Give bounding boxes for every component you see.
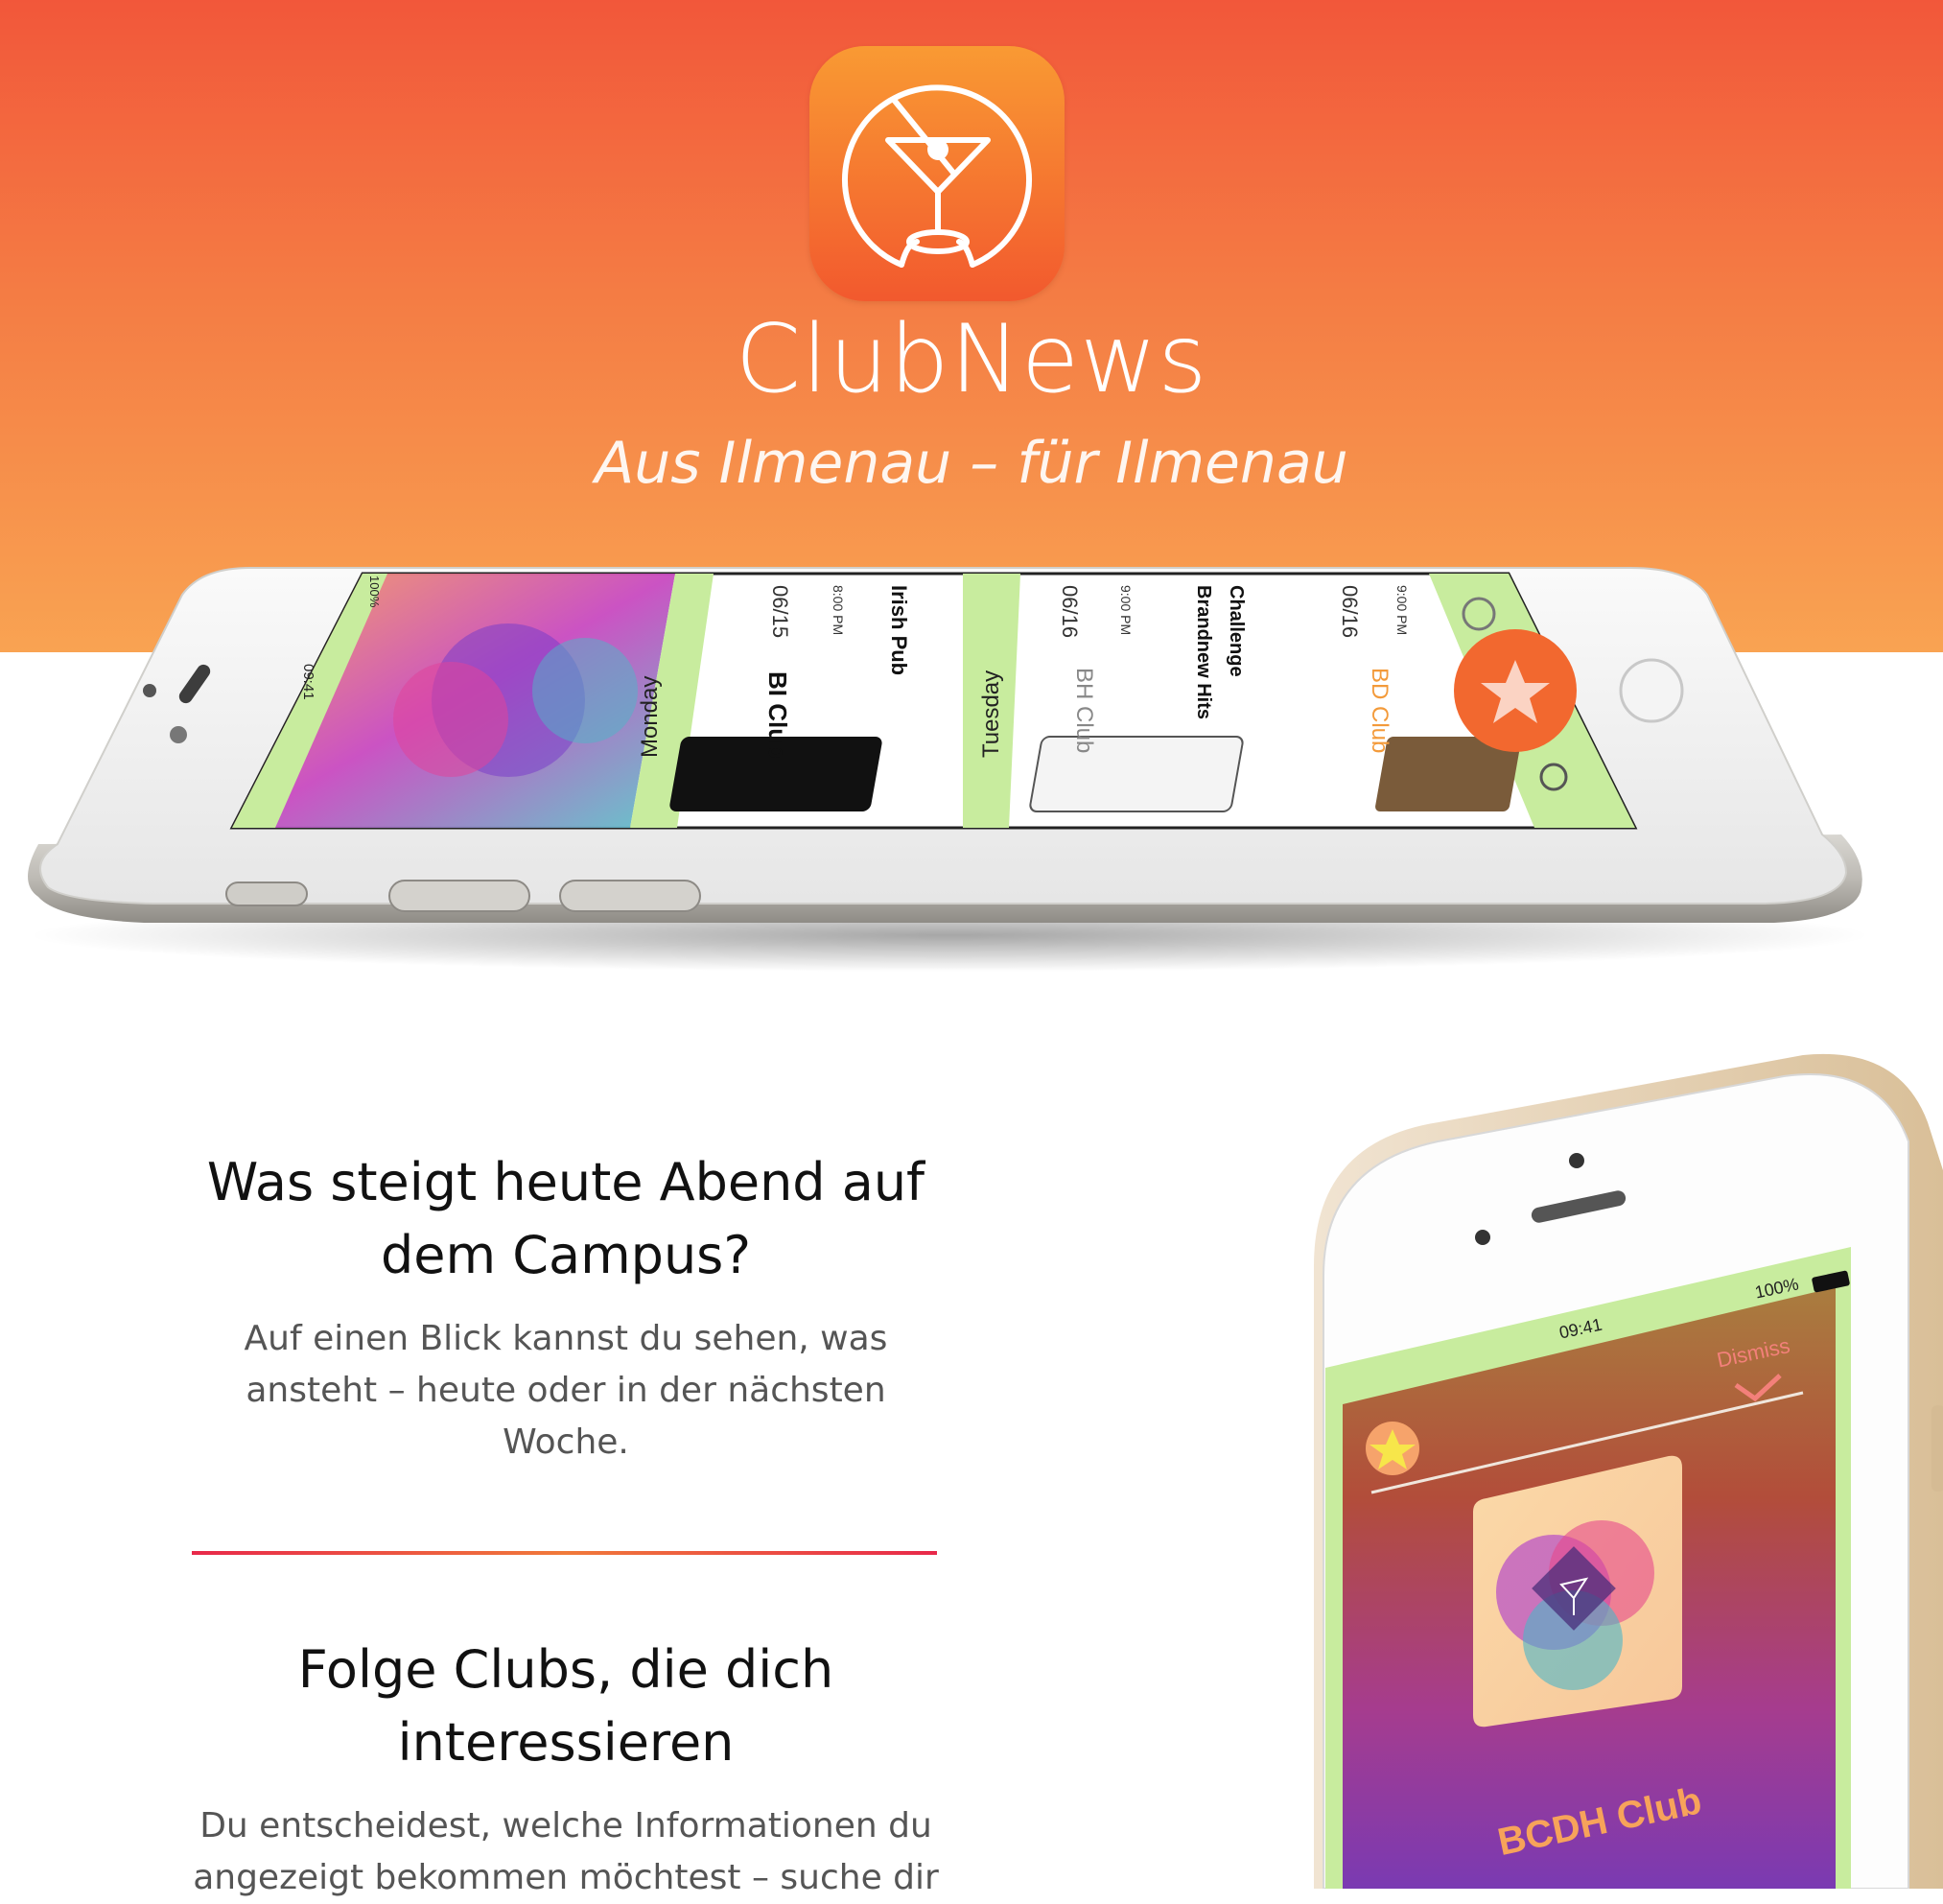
app-tagline: Aus Ilmenau – für Ilmenau: [595, 430, 1348, 497]
side-button: [1931, 1405, 1943, 1492]
cell-event: Irish Pub: [887, 585, 911, 676]
cell-date: 06/16: [1338, 585, 1362, 639]
bh-club-logo: [1029, 736, 1244, 812]
feature-text: Auf einen Blick kannst du sehen, was ans…: [173, 1313, 959, 1469]
cell-club: BH Club: [1071, 668, 1097, 754]
day-label-tuesday: Tuesday: [978, 670, 1004, 758]
cell-event: Brandnew Hits: [1193, 585, 1214, 720]
portrait-phone-mockup: 09:41 100% Dismiss BCDH Club: [1285, 1036, 1943, 1890]
cell-event: Challenge: [1226, 585, 1247, 677]
mute-switch: [225, 881, 308, 906]
app-title: ClubNews: [735, 305, 1208, 414]
feature-title: Was steigt heute Abend auf dem Campus?: [173, 1146, 959, 1292]
feature-block: Was steigt heute Abend auf dem Campus? A…: [173, 1146, 959, 1469]
cell-club: BI Club: [763, 671, 792, 759]
landscape-phone-mockup: 09:41 100% Monday 06/15 8:00 PM Irish Pu…: [0, 556, 1943, 978]
feature-title: Folge Clubs, die dich interessieren: [173, 1634, 959, 1779]
section-divider: [192, 1551, 937, 1555]
cell-date: 06/15: [768, 585, 792, 639]
cell-club: BD Club: [1367, 668, 1393, 754]
cell-time: 8:00 PM: [831, 585, 846, 636]
cell-time: 9:00 PM: [1394, 585, 1410, 636]
feature-text-line: Du entscheidest, welche Informationen du: [199, 1806, 932, 1845]
feature-title-line: Folge Clubs, die dich: [297, 1639, 834, 1700]
feature-title-line: Was steigt heute Abend auf: [206, 1152, 925, 1212]
home-button: [1619, 658, 1684, 723]
cocktail-logo-icon: [842, 84, 1032, 268]
cell-date: 06/16: [1058, 585, 1082, 639]
app-icon: [809, 46, 1065, 301]
volume-up-button: [388, 880, 530, 912]
status-battery: 100%: [367, 576, 382, 608]
volume-down-button: [559, 880, 701, 912]
feature-text-line: Woche.: [503, 1422, 629, 1462]
feature-block: Folge Clubs, die dich interessieren Du e…: [173, 1634, 959, 1904]
feature-text-line: Auf einen Blick kannst du sehen, was: [244, 1319, 888, 1358]
feature-text-line: ansteht – heute oder in der nächsten: [246, 1371, 886, 1410]
cell-time: 9:00 PM: [1118, 585, 1134, 636]
feature-title-line: interessieren: [397, 1712, 735, 1773]
hero-banner: ClubNews Aus Ilmenau – für Ilmenau: [0, 0, 1943, 652]
feature-text-line: angezeigt bekommen möchtest – suche dir: [193, 1858, 939, 1897]
day-label-monday: Monday: [637, 675, 663, 758]
feature-title-line: dem Campus?: [381, 1225, 751, 1285]
status-time: 09:41: [300, 664, 316, 700]
